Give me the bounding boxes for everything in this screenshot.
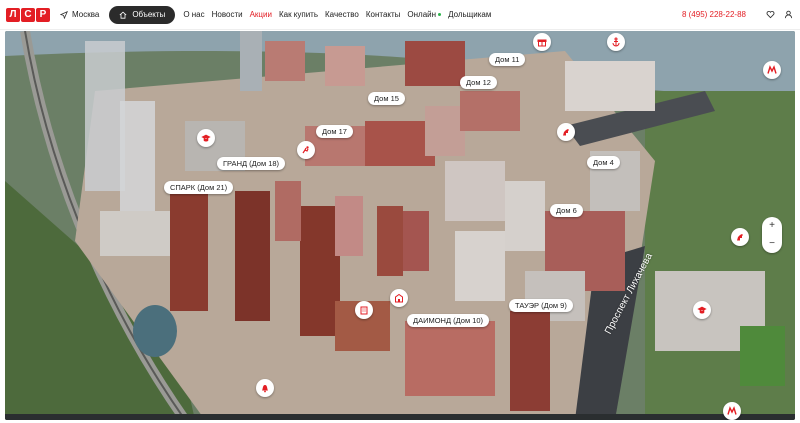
masterplan-map[interactable]: Дом 11 Дом 12 Дом 15 Дом 17 ГРАНД (Дом 1… <box>5 31 795 420</box>
pin-sport[interactable] <box>297 141 315 159</box>
sport-icon <box>302 146 309 154</box>
user-icon <box>784 10 792 19</box>
horse-icon <box>563 129 569 136</box>
nav-about[interactable]: О нас <box>183 10 204 19</box>
building-label-dom-15[interactable]: Дом 15 <box>368 92 405 105</box>
building-label-diamond[interactable]: ДАИМОНД (Дом 10) <box>407 314 490 327</box>
objects-button[interactable]: Объекты <box>109 5 176 24</box>
metro-icon <box>767 65 777 74</box>
pin-anchor[interactable] <box>607 33 625 51</box>
aerial-render <box>5 31 795 420</box>
pin-kindergarten[interactable] <box>390 289 408 307</box>
logo-letter: Л <box>6 7 20 22</box>
building-label-dom-4[interactable]: Дом 4 <box>587 156 620 169</box>
building-label-tower[interactable]: ТАУЭР (Дом 9) <box>509 299 573 312</box>
zoom-in-button[interactable]: + <box>769 221 775 231</box>
gift-icon <box>537 39 547 47</box>
city-selector[interactable]: Москва <box>60 10 99 19</box>
building-label-dom-11[interactable]: Дом 11 <box>489 53 526 66</box>
kindergarten-icon <box>395 293 403 303</box>
bell-icon <box>262 385 268 393</box>
nav-shareholders[interactable]: Дольщикам <box>448 10 491 19</box>
nav-contacts[interactable]: Контакты <box>366 10 401 19</box>
building-label-dom-6[interactable]: Дом 6 <box>550 204 583 217</box>
nav-online-wrap: Онлайн <box>407 10 442 19</box>
location-arrow-icon <box>60 10 68 19</box>
objects-button-label: Объекты <box>132 10 166 19</box>
pin-metro-bottom[interactable] <box>723 402 741 420</box>
heart-icon <box>766 11 774 19</box>
building-label-spark[interactable]: СПАРК (Дом 21) <box>164 181 234 194</box>
logo-letter: С <box>21 7 35 22</box>
pin-school[interactable] <box>197 129 215 147</box>
pin-bell[interactable] <box>256 379 274 397</box>
profile-button[interactable] <box>782 9 794 21</box>
main-nav: О нас Новости Акции Как купить Качество … <box>183 10 491 19</box>
school-icon <box>697 306 707 314</box>
nav-how-to-buy[interactable]: Как купить <box>279 10 318 19</box>
pin-metro-top[interactable] <box>763 61 781 79</box>
logo-letter: Р <box>36 7 50 22</box>
building-label-dom-17[interactable]: Дом 17 <box>316 125 353 138</box>
favorites-button[interactable] <box>764 9 776 21</box>
nav-news[interactable]: Новости <box>212 10 243 19</box>
phone-number[interactable]: 8 (495) 228-22-88 <box>682 10 746 19</box>
building-icon <box>360 306 368 315</box>
school-icon <box>201 134 211 142</box>
pin-gift[interactable] <box>533 33 551 51</box>
pin-school-right[interactable] <box>693 301 711 319</box>
metro-icon <box>727 406 737 415</box>
home-icon <box>119 11 127 19</box>
pin-building[interactable] <box>355 301 373 319</box>
site-header: Л С Р Москва Объекты О нас Новости Акции… <box>0 0 800 30</box>
zoom-out-button[interactable]: − <box>769 239 775 249</box>
nav-quality[interactable]: Качество <box>325 10 359 19</box>
zoom-control: + − <box>762 217 782 253</box>
building-label-grand[interactable]: ГРАНД (Дом 18) <box>217 157 286 170</box>
playground-icon <box>737 234 743 241</box>
pin-horse[interactable] <box>557 123 575 141</box>
pin-playground[interactable] <box>731 228 749 246</box>
city-label: Москва <box>72 10 100 19</box>
online-status-dot <box>438 13 442 17</box>
anchor-icon <box>612 37 620 47</box>
nav-promotions[interactable]: Акции <box>250 10 272 19</box>
building-label-dom-12[interactable]: Дом 12 <box>460 76 497 89</box>
nav-online[interactable]: Онлайн <box>407 10 436 19</box>
lsr-logo[interactable]: Л С Р <box>6 7 50 22</box>
